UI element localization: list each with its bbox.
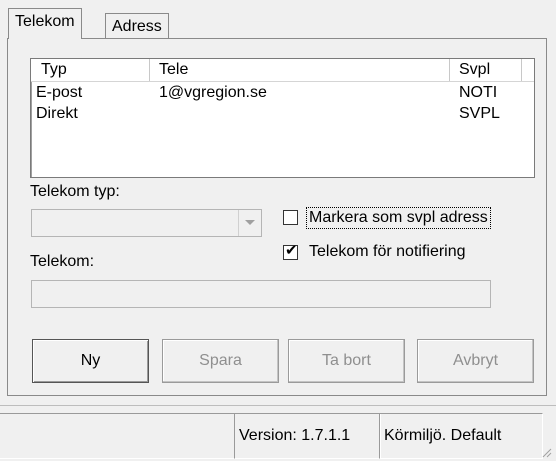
avbryt-button[interactable]: Avbryt [417, 339, 534, 383]
telekom-list[interactable]: Typ Tele Svpl E-post 1@vgregion.se NOTI … [30, 58, 535, 178]
ny-button[interactable]: Ny [32, 339, 149, 383]
status-version: Version: 1.7.1.1 [234, 413, 381, 459]
cell-typ: E-post [36, 84, 83, 101]
combobox-dropdown-button[interactable] [238, 210, 261, 236]
spara-button[interactable]: Spara [162, 339, 279, 383]
notifiering-checkbox-row[interactable]: ✔ Telekom för notifiering [282, 242, 544, 266]
tab-adress[interactable]: Adress [105, 13, 169, 39]
cell-svpl: SVPL [459, 105, 500, 122]
list-item[interactable]: Direkt SVPL [31, 103, 534, 125]
column-header-svpl[interactable]: Svpl [459, 59, 490, 81]
tab-adress-label: Adress [112, 18, 162, 35]
column-header-typ[interactable]: Typ [41, 59, 67, 81]
list-item[interactable]: E-post 1@vgregion.se NOTI [31, 82, 534, 104]
resize-grip-icon[interactable] [542, 448, 552, 458]
cell-svpl: NOTI [459, 84, 498, 101]
list-header: Typ Tele Svpl [31, 59, 534, 82]
cell-typ: Direkt [36, 105, 78, 122]
tab-telekom-label: Telekom [15, 13, 75, 30]
chevron-down-icon [245, 220, 255, 225]
markera-svpl-checkbox[interactable] [283, 210, 298, 225]
checkmark-icon: ✔ [285, 241, 298, 259]
telekom-typ-label: Telekom typ: [30, 183, 120, 200]
status-panel-empty [0, 413, 235, 459]
cell-tele: 1@vgregion.se [159, 84, 267, 101]
status-bar: Version: 1.7.1.1 Körmiljö. Default [0, 405, 556, 461]
telekom-tab-panel: Typ Tele Svpl E-post 1@vgregion.se NOTI … [7, 38, 547, 396]
telekom-label: Telekom: [30, 253, 95, 270]
markera-svpl-checkbox-row[interactable]: Markera som svpl adress [282, 207, 544, 231]
tab-telekom[interactable]: Telekom [8, 8, 82, 39]
telekom-typ-combobox[interactable] [31, 209, 262, 237]
notifiering-label: Telekom för notifiering [309, 243, 466, 260]
markera-svpl-label: Markera som svpl adress [306, 207, 491, 229]
ta-bort-button[interactable]: Ta bort [288, 339, 405, 383]
notifiering-checkbox[interactable]: ✔ [283, 241, 298, 260]
column-header-tele[interactable]: Tele [159, 59, 188, 81]
telekom-input[interactable] [31, 280, 491, 308]
status-environment: Körmiljö. Default [379, 413, 543, 459]
